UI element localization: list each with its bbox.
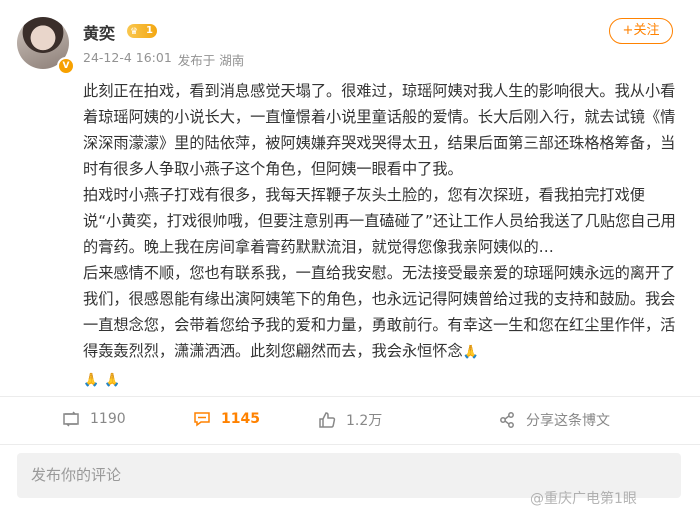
like-button[interactable]: 1.2万 bbox=[318, 410, 382, 430]
user-name[interactable]: 黄奕 bbox=[83, 20, 115, 44]
repost-icon bbox=[63, 411, 79, 427]
watermark: @重庆广电第1眼 bbox=[530, 491, 637, 507]
post-paragraph: 拍戏时小燕子打戏有很多，我每天挥鞭子灰头土脸的，您有次探班，看我拍完打戏便说“小… bbox=[83, 186, 676, 256]
follow-button[interactable]: +关注 bbox=[609, 18, 673, 44]
repost-count: 1190 bbox=[90, 411, 126, 427]
post-paragraph: 后来感情不顺，您也有联系我，一直给我安慰。无法接受最亲爱的琼瑶阿姨永远的离开了我… bbox=[83, 260, 683, 394]
divider bbox=[0, 396, 700, 397]
share-icon bbox=[500, 412, 514, 428]
pray-emoji-icon: 🙏 bbox=[104, 373, 121, 388]
verified-badge-icon: V bbox=[57, 57, 75, 75]
repost-button[interactable]: 1190 bbox=[62, 410, 126, 428]
comment-count: 1145 bbox=[221, 411, 260, 427]
like-count: 1.2万 bbox=[346, 413, 383, 429]
post-paragraph: 此刻正在拍戏，看到消息感觉天塌了。很难过，琼瑶阿姨对我人生的影响很大。我从小看着… bbox=[83, 82, 676, 178]
post-paragraph-text: 后来感情不顺，您也有联系我，一直给我安慰。无法接受最亲爱的琼瑶阿姨永远的离开了我… bbox=[83, 264, 676, 360]
pray-emoji-icon: 🙏 bbox=[83, 373, 100, 388]
pray-emoji-icon: 🙏 bbox=[462, 345, 479, 360]
post-source: 发布于 湖南 bbox=[177, 53, 245, 68]
like-icon bbox=[319, 412, 336, 428]
comment-icon bbox=[194, 412, 210, 427]
post-timestamp[interactable]: 24-12-4 16:01 bbox=[83, 50, 172, 69]
share-button[interactable]: 分享这条博文 bbox=[498, 410, 610, 430]
action-bar: 1190 1145 1.2万 分享这条博文 bbox=[0, 410, 700, 434]
comment-button[interactable]: 1145 bbox=[193, 410, 260, 428]
divider bbox=[0, 444, 700, 445]
crown-icon: ♛ bbox=[130, 27, 139, 37]
user-level-badge[interactable]: ♛ 1 bbox=[127, 24, 157, 38]
share-label: 分享这条博文 bbox=[526, 413, 610, 429]
post-meta: 24-12-4 16:01 发布于 湖南 bbox=[83, 50, 244, 69]
post-body: 此刻正在拍戏，看到消息感觉天塌了。很难过，琼瑶阿姨对我人生的影响很大。我从小看着… bbox=[83, 78, 683, 394]
user-level-value: 1 bbox=[146, 25, 153, 36]
